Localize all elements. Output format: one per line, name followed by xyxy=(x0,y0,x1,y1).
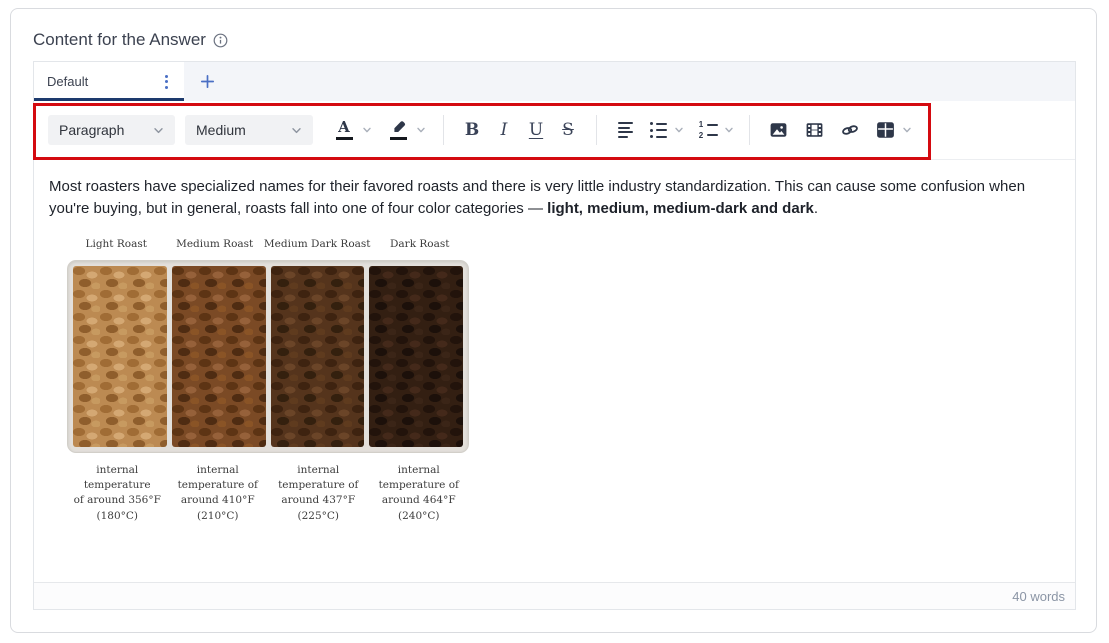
plus-icon xyxy=(200,74,215,89)
add-tab-button[interactable] xyxy=(184,62,230,101)
chevron-down-icon xyxy=(901,124,913,136)
size-dropdown-value: Medium xyxy=(196,122,246,138)
text-color-swatch xyxy=(336,137,353,141)
table-icon xyxy=(876,121,895,139)
paragraph-bold-text: light, medium, medium-dark and dark xyxy=(547,200,814,217)
highlight-color-button[interactable] xyxy=(387,120,409,141)
light-roast-beans xyxy=(73,266,167,447)
tab-menu-dots-icon[interactable] xyxy=(161,71,172,93)
info-icon[interactable] xyxy=(213,33,228,48)
highlight-color-swatch xyxy=(390,137,407,141)
font-size-dropdown[interactable]: Medium xyxy=(185,115,313,145)
word-count: 40 words xyxy=(1012,589,1065,604)
bullet-list-icon xyxy=(650,122,667,138)
film-icon xyxy=(805,121,824,139)
strikethrough-icon: S xyxy=(560,120,576,140)
roast-comparison-image[interactable]: Light Roast Medium Roast Medium Dark Roa… xyxy=(67,233,469,524)
toolbar: Paragraph Medium A B xyxy=(34,101,1075,160)
medium-roast-beans xyxy=(172,266,266,447)
italic-button[interactable]: I xyxy=(488,112,520,148)
tab-label: Default xyxy=(47,74,88,89)
italic-icon: I xyxy=(501,120,508,140)
numbered-list-button[interactable]: 1 2 xyxy=(695,112,721,148)
chevron-down-icon xyxy=(361,124,373,136)
tab-bar: Default xyxy=(34,62,1075,101)
roast-label: Medium Roast xyxy=(165,233,263,255)
marker-pen-icon xyxy=(390,120,407,135)
link-icon xyxy=(840,121,860,139)
card-header: Content for the Answer xyxy=(11,9,1096,50)
strikethrough-button[interactable]: S xyxy=(552,112,584,148)
underline-button[interactable]: U xyxy=(520,112,552,148)
chevron-down-icon xyxy=(673,124,685,136)
bold-icon: B xyxy=(465,120,479,140)
text-color-a-icon: A xyxy=(338,120,350,135)
roast-caption: internal temperature of around 356°F (18… xyxy=(67,463,168,524)
roast-captions: internal temperature of around 356°F (18… xyxy=(67,463,469,524)
insert-media-button[interactable] xyxy=(800,112,828,148)
bullet-list-chevron[interactable] xyxy=(671,124,687,136)
content-card: Content for the Answer Default Paragraph xyxy=(10,8,1097,633)
table-menu-chevron[interactable] xyxy=(899,124,915,136)
editor-status-bar: 40 words xyxy=(34,582,1075,609)
chevron-down-icon xyxy=(723,124,735,136)
toolbar-separator xyxy=(596,115,597,145)
roast-caption: internal temperature of around 464°F (24… xyxy=(369,463,470,524)
medium-dark-roast-beans xyxy=(271,266,365,447)
insert-image-button[interactable] xyxy=(764,112,792,148)
paragraph-text-end: . xyxy=(814,200,818,217)
answer-paragraph: Most roasters have specialized names for… xyxy=(49,176,1059,220)
toolbar-separator xyxy=(749,115,750,145)
highlight-color-menu-chevron[interactable] xyxy=(413,124,429,136)
page-title: Content for the Answer xyxy=(33,30,206,50)
roast-caption: internal temperature of around 437°F (22… xyxy=(268,463,369,524)
numbered-list-chevron[interactable] xyxy=(721,124,737,136)
underline-icon: U xyxy=(529,120,543,140)
roast-label: Medium Dark Roast xyxy=(264,233,371,255)
tab-default[interactable]: Default xyxy=(34,62,184,101)
coffee-beans-photo xyxy=(67,260,469,453)
paragraph-text: Most roasters have specialized names for… xyxy=(49,178,1025,217)
image-icon xyxy=(769,121,788,139)
paragraph-format-dropdown[interactable]: Paragraph xyxy=(48,115,175,145)
chevron-down-icon xyxy=(415,124,427,136)
format-dropdown-value: Paragraph xyxy=(59,122,124,138)
chevron-down-icon xyxy=(152,124,165,137)
chevron-down-icon xyxy=(290,124,303,137)
text-color-button[interactable]: A xyxy=(333,120,355,141)
bold-button[interactable]: B xyxy=(456,112,488,148)
roast-labels: Light Roast Medium Roast Medium Dark Roa… xyxy=(67,233,469,255)
align-left-icon xyxy=(618,122,633,138)
editor-content-area[interactable]: Most roasters have specialized names for… xyxy=(34,160,1075,582)
toolbar-separator xyxy=(443,115,444,145)
roast-caption: internal temperature of around 410°F (21… xyxy=(168,463,269,524)
align-button[interactable] xyxy=(611,112,639,148)
bullet-list-button[interactable] xyxy=(645,112,671,148)
roast-label: Dark Roast xyxy=(371,233,469,255)
roast-label: Light Roast xyxy=(67,233,165,255)
numbered-list-icon: 1 2 xyxy=(699,121,718,139)
insert-table-button[interactable] xyxy=(871,112,899,148)
rich-text-editor: Default Paragraph Medium A xyxy=(33,61,1076,610)
dark-roast-beans xyxy=(369,266,463,447)
text-color-menu-chevron[interactable] xyxy=(359,124,375,136)
insert-link-button[interactable] xyxy=(835,112,865,148)
